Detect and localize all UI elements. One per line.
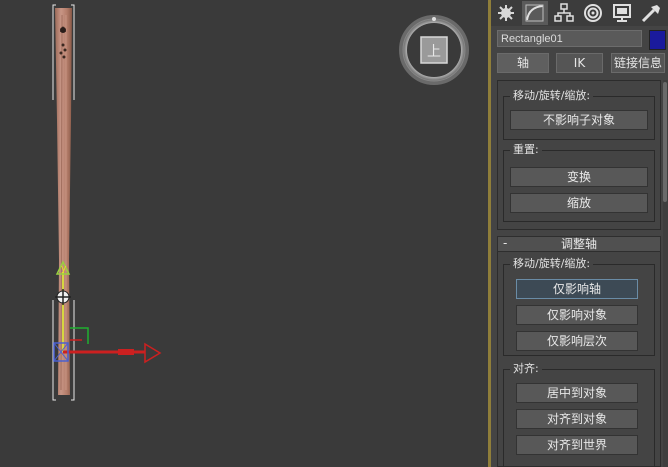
- adjust-pivot-rollout: 移动/旋转/缩放: 仅影响轴 仅影响对象 仅影响层次 对齐: 居中到对象 对齐到…: [497, 252, 661, 467]
- hierarchy-icon: [554, 3, 574, 22]
- reset-group-title: 重置:: [510, 142, 542, 158]
- reset-scale-button[interactable]: 缩放: [510, 193, 648, 213]
- object-name-input[interactable]: Rectangle01: [497, 30, 642, 47]
- command-panel-tabs: [491, 0, 668, 26]
- viewcube-top-label: 上: [427, 44, 441, 60]
- transform-move-group-title: 移动/旋转/缩放:: [510, 88, 594, 104]
- create-icon: [498, 5, 514, 21]
- transform-gizmo[interactable]: y: [53, 260, 162, 364]
- adjust-transform-rollout: 移动/旋转/缩放: 不影响子对象 重置: 变换 缩放: [497, 80, 661, 230]
- affect-object-only-button[interactable]: 仅影响对象: [516, 305, 638, 325]
- transform-move-group: 移动/旋转/缩放: 不影响子对象: [503, 88, 655, 140]
- align-group-title: 对齐:: [510, 361, 542, 377]
- command-panel: Rectangle01 轴 IK 链接信息 移动/旋转/缩放: 不影响子对象 重…: [491, 0, 668, 467]
- display-tab[interactable]: [609, 1, 635, 25]
- reset-transform-button[interactable]: 变换: [510, 167, 648, 187]
- gizmo-y-label: y: [61, 264, 67, 274]
- pivot-move-group: 移动/旋转/缩放: 仅影响轴 仅影响对象 仅影响层次: [503, 256, 655, 356]
- align-group: 对齐: 居中到对象 对齐到对象 对齐到世界: [503, 361, 655, 467]
- motion-tab[interactable]: [580, 1, 606, 25]
- utilities-icon: [641, 5, 660, 23]
- hierarchy-tab[interactable]: [551, 1, 577, 25]
- object-color-swatch[interactable]: [649, 30, 666, 50]
- create-tab[interactable]: [493, 1, 519, 25]
- adjust-pivot-title: 调整轴: [560, 237, 597, 251]
- display-icon: [613, 4, 631, 22]
- affect-hierarchy-only-button[interactable]: 仅影响层次: [516, 331, 638, 351]
- tab-pivot[interactable]: 轴: [497, 53, 549, 73]
- pivot-move-group-title: 移动/旋转/缩放:: [510, 256, 594, 272]
- center-to-object-button[interactable]: 居中到对象: [516, 383, 638, 403]
- tab-ik[interactable]: IK: [556, 53, 603, 73]
- align-to-world-button[interactable]: 对齐到世界: [516, 435, 638, 455]
- adjust-pivot-rollout-header[interactable]: - 调整轴: [497, 236, 661, 252]
- utilities-tab[interactable]: [638, 1, 664, 25]
- modify-tab[interactable]: [522, 1, 548, 25]
- viewport-canvas[interactable]: y 上: [0, 0, 490, 467]
- modify-icon: [525, 4, 544, 22]
- reset-group: 重置: 变换 缩放: [503, 142, 655, 222]
- panel-scrollbar-thumb[interactable]: [663, 82, 667, 202]
- tab-link-info[interactable]: 链接信息: [611, 53, 665, 73]
- viewcube[interactable]: 上: [399, 15, 469, 85]
- align-to-object-button[interactable]: 对齐到对象: [516, 409, 638, 429]
- dont-affect-children-button[interactable]: 不影响子对象: [510, 110, 648, 130]
- motion-icon: [584, 4, 602, 22]
- affect-pivot-only-button[interactable]: 仅影响轴: [516, 279, 638, 299]
- viewport[interactable]: y 上: [0, 0, 490, 467]
